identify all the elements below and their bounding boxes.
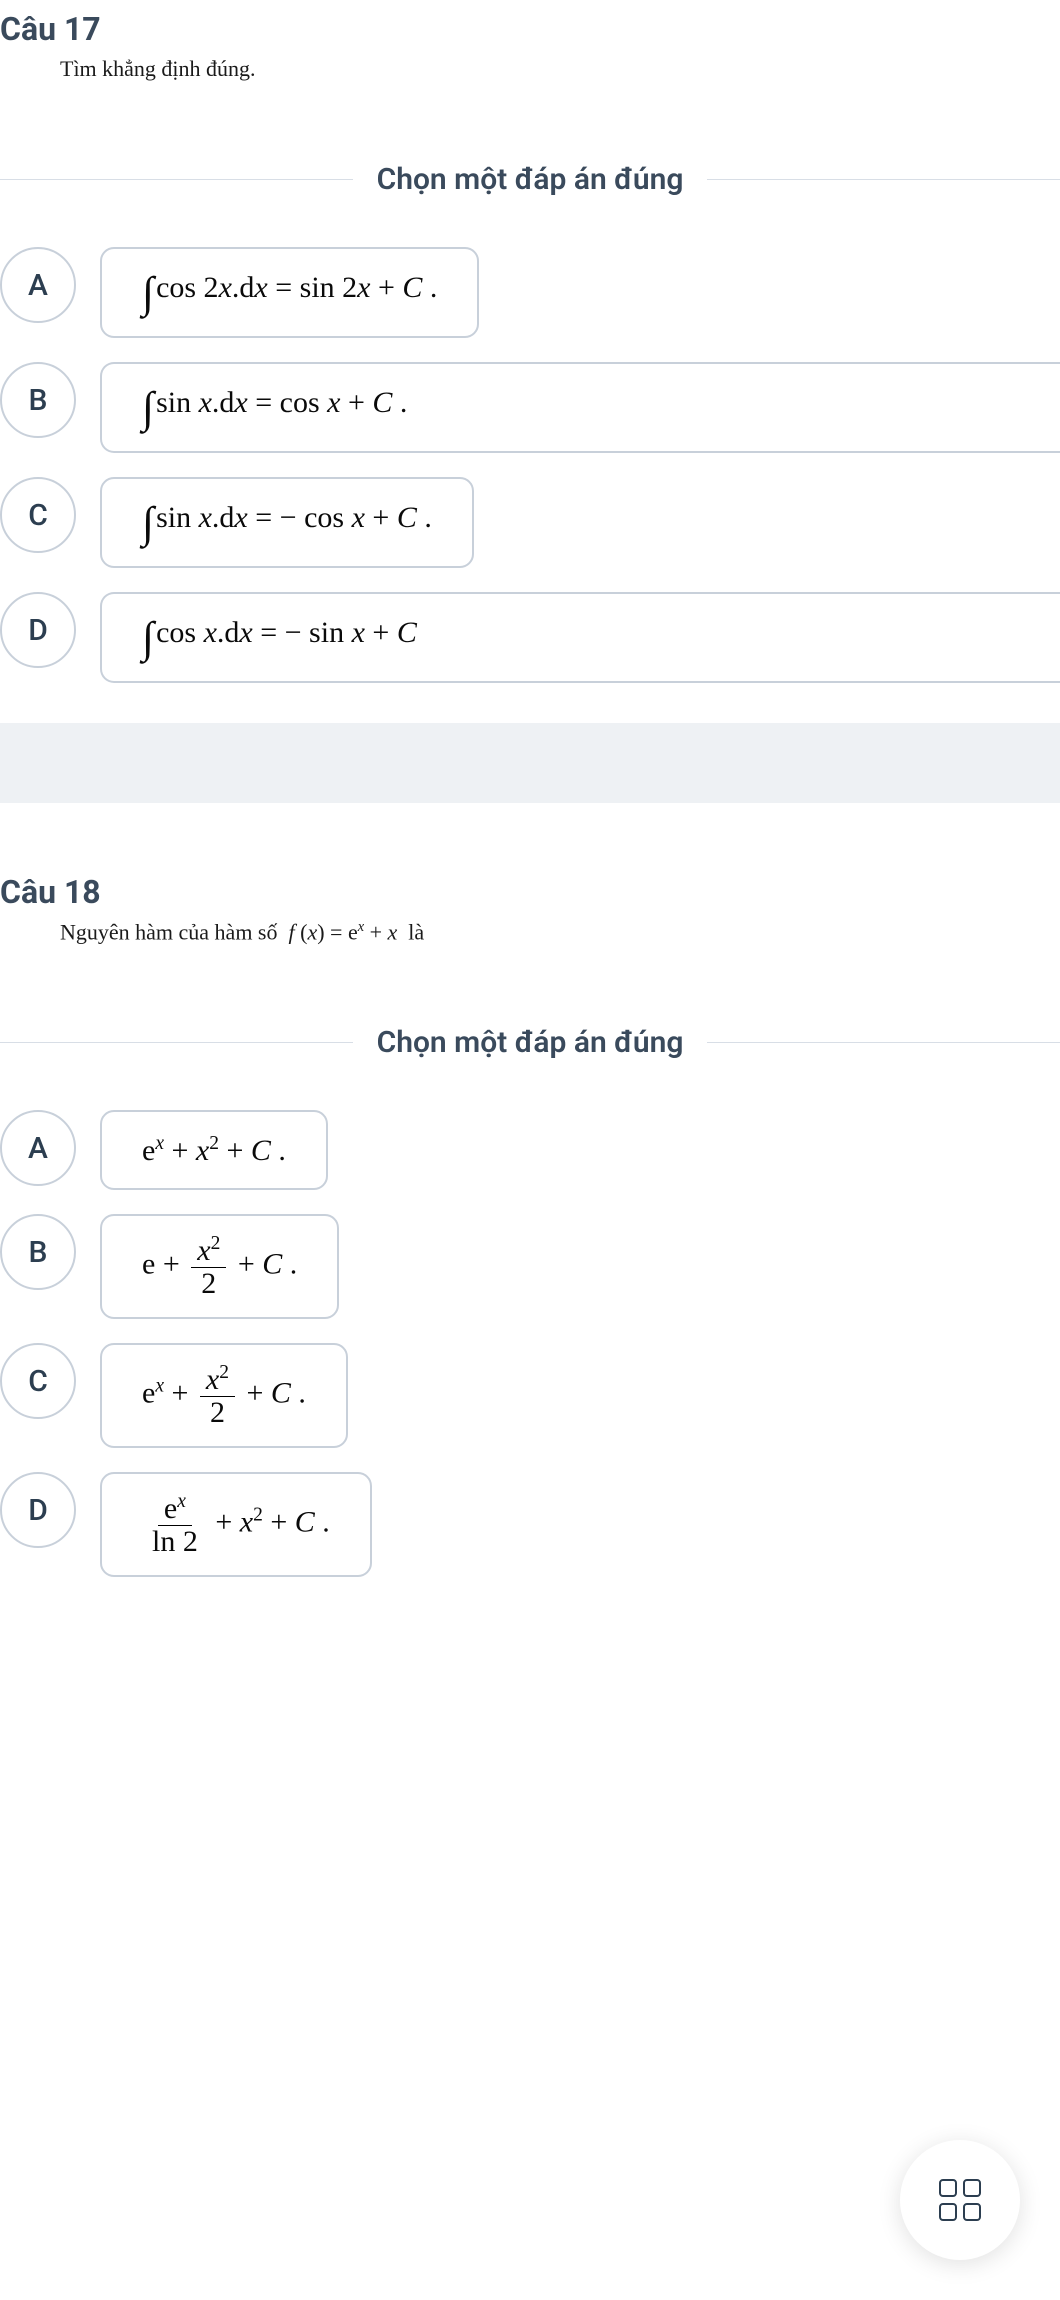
option-a[interactable]: A ex + x2 + C .: [0, 1110, 1060, 1190]
question-prompt: Tìm khẳng định đúng.: [0, 56, 1060, 82]
question-title: Câu 17: [0, 0, 1060, 56]
option-content: ∫cos x.dx = − sin x + C: [100, 592, 1060, 683]
option-content: ∫sin x.dx = cos x + C .: [100, 362, 1060, 453]
choose-label: Chọn một đáp án đúng: [353, 1025, 708, 1060]
option-letter: B: [0, 362, 76, 438]
option-content: ∫sin x.dx = − cos x + C .: [100, 477, 474, 568]
grid-menu-button[interactable]: [900, 2140, 1020, 2260]
option-a[interactable]: A ∫cos 2x.dx = sin 2x + C .: [0, 247, 1060, 338]
choose-header: Chọn một đáp án đúng: [0, 1025, 1060, 1060]
question-18-block: Câu 18 Nguyên hàm của hàm số f (x) = ex …: [0, 863, 1060, 1617]
option-c[interactable]: C ∫sin x.dx = − cos x + C .: [0, 477, 1060, 568]
option-d[interactable]: D exln 2 + x2 + C .: [0, 1472, 1060, 1577]
options-list: A ex + x2 + C . B e + x22 + C . C ex + x…: [0, 1110, 1060, 1577]
divider: [0, 179, 353, 180]
divider: [707, 179, 1060, 180]
choose-header: Chọn một đáp án đúng: [0, 162, 1060, 197]
option-letter: D: [0, 1472, 76, 1548]
option-c[interactable]: C ex + x22 + C .: [0, 1343, 1060, 1448]
question-separator: [0, 723, 1060, 803]
choose-label: Chọn một đáp án đúng: [353, 162, 708, 197]
option-b[interactable]: B e + x22 + C .: [0, 1214, 1060, 1319]
option-content: exln 2 + x2 + C .: [100, 1472, 372, 1577]
option-b[interactable]: B ∫sin x.dx = cos x + C .: [0, 362, 1060, 453]
option-content: ∫cos 2x.dx = sin 2x + C .: [100, 247, 479, 338]
question-title: Câu 18: [0, 863, 1060, 919]
option-content: ex + x2 + C .: [100, 1110, 328, 1190]
divider: [0, 1042, 353, 1043]
option-letter: B: [0, 1214, 76, 1290]
option-content: ex + x22 + C .: [100, 1343, 348, 1448]
option-letter: A: [0, 247, 76, 323]
divider: [707, 1042, 1060, 1043]
question-17-block: Câu 17 Tìm khẳng định đúng. Chọn một đáp…: [0, 0, 1060, 723]
grid-icon: [939, 2179, 981, 2221]
option-content: e + x22 + C .: [100, 1214, 339, 1319]
option-letter: A: [0, 1110, 76, 1186]
option-d[interactable]: D ∫cos x.dx = − sin x + C: [0, 592, 1060, 683]
options-list: A ∫cos 2x.dx = sin 2x + C . B ∫sin x.dx …: [0, 247, 1060, 683]
option-letter: C: [0, 477, 76, 553]
question-prompt: Nguyên hàm của hàm số f (x) = ex + x là: [0, 919, 1060, 945]
option-letter: D: [0, 592, 76, 668]
option-letter: C: [0, 1343, 76, 1419]
